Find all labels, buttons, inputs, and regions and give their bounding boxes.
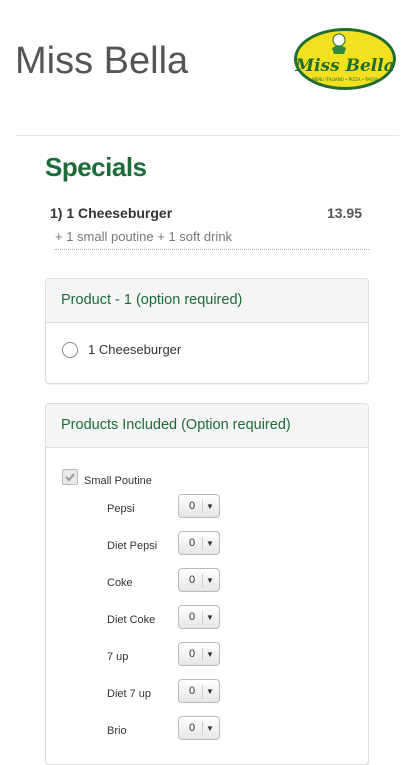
drink-row-diet-7up: Diet 7 up 0 ▼ [107,679,367,705]
quantity-select[interactable]: 0 ▼ [178,716,220,740]
section-title: Specials [45,152,147,182]
small-poutine-label[interactable]: Small Poutine [84,475,152,487]
drink-row-pepsi: Pepsi 0 ▼ [107,494,367,520]
chevron-down-icon: ▼ [206,613,214,622]
quantity-select[interactable]: 0 ▼ [178,605,220,629]
chevron-down-icon: ▼ [206,502,214,511]
quantity-divider [202,648,203,661]
quantity-select[interactable]: 0 ▼ [178,494,220,518]
drink-label: Coke [107,577,133,589]
drink-row-coke: Coke 0 ▼ [107,568,367,594]
quantity-select[interactable]: 0 ▼ [178,568,220,592]
included-panel-header: Products Included (Option required) [46,404,368,448]
quantity-select[interactable]: 0 ▼ [178,531,220,555]
site-header: Miss Bella Miss Bella MENU ITALIANO • PI… [0,0,414,136]
quantity-divider [202,500,203,513]
quantity-value: 0 [189,648,196,660]
quantity-divider [202,537,203,550]
quantity-divider [202,722,203,735]
product-option-label[interactable]: 1 Cheeseburger [88,342,181,357]
chevron-down-icon: ▼ [206,724,214,733]
drink-label: Pepsi [107,503,135,515]
checkmark-icon [65,473,75,482]
chevron-down-icon: ▼ [206,687,214,696]
drink-row-brio: Brio 0 ▼ [107,716,367,742]
quantity-divider [202,611,203,624]
item-divider [55,249,369,250]
quantity-value: 0 [189,722,196,734]
quantity-value: 0 [189,500,196,512]
drink-label: Diet 7 up [107,688,152,700]
svg-text:MENU ITALIANO • PIZZA • PASTA: MENU ITALIANO • PIZZA • PASTA [312,77,378,82]
chevron-down-icon: ▼ [206,576,214,585]
quantity-select[interactable]: 0 ▼ [178,642,220,666]
site-title[interactable]: Miss Bella [15,40,188,83]
quantity-value: 0 [189,574,196,586]
item-price: 13.95 [326,205,362,221]
drink-row-diet-pepsi: Diet Pepsi 0 ▼ [107,531,367,557]
quantity-select[interactable]: 0 ▼ [178,679,220,703]
chevron-down-icon: ▼ [206,650,214,659]
chevron-down-icon: ▼ [206,539,214,548]
quantity-value: 0 [189,537,196,549]
product-panel: Product - 1 (option required) 1 Cheesebu… [45,278,369,384]
drink-label: Diet Coke [107,614,156,626]
included-panel-title: Products Included (Option required) [61,417,291,433]
item-name: 1) 1 Cheeseburger [50,205,173,221]
drink-label: Brio [107,725,127,737]
quantity-value: 0 [189,685,196,697]
product-panel-header: Product - 1 (option required) [46,279,368,323]
quantity-divider [202,574,203,587]
miss-bella-logo[interactable]: Miss Bella MENU ITALIANO • PIZZA • PASTA [292,26,398,92]
small-poutine-checkbox[interactable] [62,469,78,485]
drink-label: 7 up [107,651,129,663]
drink-label: Diet Pepsi [107,540,158,552]
quantity-value: 0 [189,611,196,623]
product-panel-title: Product - 1 (option required) [61,292,243,308]
product-option-radio[interactable] [62,342,78,358]
included-products-panel: Products Included (Option required) Smal… [45,403,369,765]
quantity-divider [202,685,203,698]
drink-row-7up: 7 up 0 ▼ [107,642,367,668]
svg-text:Miss Bella: Miss Bella [294,56,394,76]
drink-row-diet-coke: Diet Coke 0 ▼ [107,605,367,631]
header-divider [15,135,399,136]
item-description: + 1 small poutine + 1 soft drink [55,229,233,244]
